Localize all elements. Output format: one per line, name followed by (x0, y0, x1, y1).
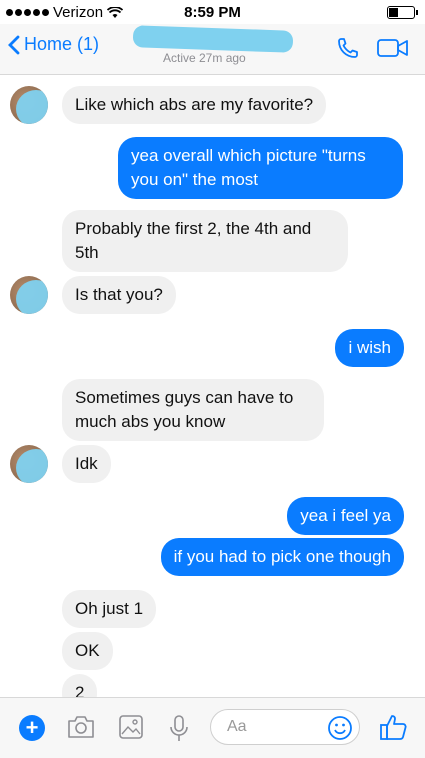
outgoing-message[interactable]: yea overall which picture "turns you on"… (118, 137, 403, 199)
incoming-message[interactable]: Like which abs are my favorite? (62, 86, 327, 124)
contact-avatar (10, 276, 48, 314)
contact-avatar (10, 86, 48, 124)
incoming-message[interactable]: Idk (62, 445, 111, 483)
chevron-left-icon (8, 35, 20, 54)
outgoing-message[interactable]: yea i feel ya (287, 497, 404, 535)
microphone-icon[interactable] (168, 714, 190, 744)
active-status: Active 27m ago (163, 51, 246, 65)
incoming-message[interactable]: Probably the first 2, the 4th and 5th (62, 210, 348, 272)
composer-bar: + Aa (0, 697, 425, 758)
back-label: Home (1) (24, 34, 100, 54)
incoming-message[interactable]: OK (62, 632, 113, 670)
emoji-icon[interactable] (327, 715, 353, 741)
incoming-message[interactable]: Is that you? (62, 276, 176, 314)
message-input[interactable]: Aa (210, 709, 360, 745)
message-input-placeholder: Aa (227, 718, 247, 735)
photo-icon[interactable] (118, 714, 144, 740)
status-bar: Verizon 8:59 PM (0, 0, 425, 24)
thumbs-up-icon[interactable] (378, 712, 408, 742)
incoming-message[interactable]: Oh just 1 (62, 590, 157, 628)
incoming-message[interactable]: Sometimes guys can have to much abs you … (62, 379, 324, 441)
outgoing-message[interactable]: if you had to pick one though (160, 538, 404, 576)
contact-avatar (10, 445, 48, 483)
back-button[interactable]: Home (1) (8, 34, 99, 55)
plus-icon[interactable]: + (19, 715, 45, 741)
camera-icon[interactable] (66, 714, 96, 740)
conversation-header: Home (1) Active 27m ago (0, 24, 425, 75)
phone-icon[interactable] (336, 36, 360, 60)
contact-name-redacted[interactable] (132, 25, 294, 53)
video-camera-icon[interactable] (377, 38, 409, 58)
battery-icon (387, 6, 418, 19)
outgoing-message[interactable]: i wish (335, 329, 404, 367)
status-time: 8:59 PM (184, 4, 241, 21)
